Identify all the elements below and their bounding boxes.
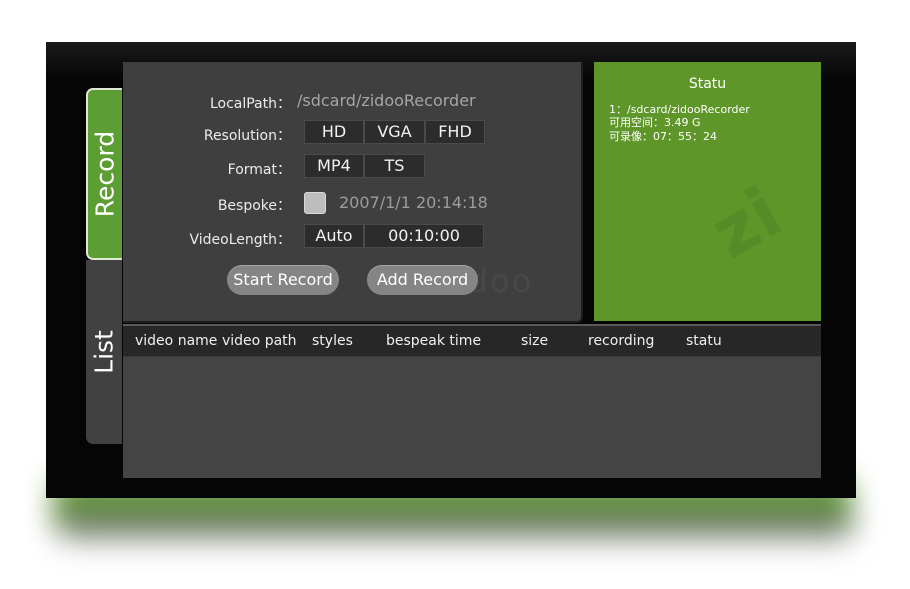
- bespoke-label: Bespoke：: [217, 198, 291, 214]
- status-watermark: zi: [697, 171, 795, 275]
- screen-shadow: [60, 510, 850, 538]
- video-length-auto-button[interactable]: Auto: [304, 224, 364, 248]
- status-title: Statu: [688, 76, 727, 92]
- video-length-value[interactable]: 00:10:00: [364, 224, 484, 248]
- status-line-record-time: 可录像：07：55：24: [609, 130, 717, 143]
- local-path-value: /sdcard/zidooRecorder: [297, 91, 476, 110]
- bespoke-datetime[interactable]: 2007/1/1 20:14:18: [339, 193, 488, 212]
- resolution-fhd-button[interactable]: FHD: [425, 120, 485, 144]
- format-label: Format：: [227, 162, 291, 178]
- column-styles: styles: [312, 333, 353, 349]
- video-length-label: VideoLength：: [189, 232, 291, 248]
- tab-list[interactable]: List: [86, 260, 122, 444]
- bespoke-checkbox[interactable]: [304, 192, 326, 214]
- format-ts-button[interactable]: TS: [364, 154, 425, 178]
- add-record-button[interactable]: Add Record: [367, 265, 478, 295]
- tab-record-label: Record: [90, 130, 120, 218]
- column-statu: statu: [686, 333, 722, 349]
- record-form-panel: zidoo LocalPath： /sdcard/zidooRecorder R…: [123, 62, 583, 323]
- tab-list-label: List: [89, 330, 119, 374]
- tab-record[interactable]: Record: [86, 88, 122, 260]
- resolution-vga-button[interactable]: VGA: [364, 120, 425, 144]
- resolution-hd-button[interactable]: HD: [304, 120, 364, 144]
- format-mp4-button[interactable]: MP4: [304, 154, 364, 178]
- table-header: video name video path styles bespeak tim…: [123, 326, 821, 357]
- record-list-table: video name video path styles bespeak tim…: [123, 324, 821, 478]
- start-record-button[interactable]: Start Record: [227, 265, 339, 295]
- column-recording: recording: [588, 333, 655, 349]
- column-bespeak-time: bespeak time: [386, 333, 482, 349]
- status-panel: zi Statu 1：/sdcard/zidooRecorder 可用空间：3.…: [594, 62, 821, 321]
- local-path-label: LocalPath：: [209, 96, 291, 112]
- column-video-name: video name: [135, 333, 218, 349]
- resolution-label: Resolution：: [203, 128, 291, 144]
- column-video-path: video path: [222, 333, 297, 349]
- app-screen: Record List zidoo LocalPath： /sdcard/zid…: [46, 42, 856, 498]
- column-size: size: [521, 333, 549, 349]
